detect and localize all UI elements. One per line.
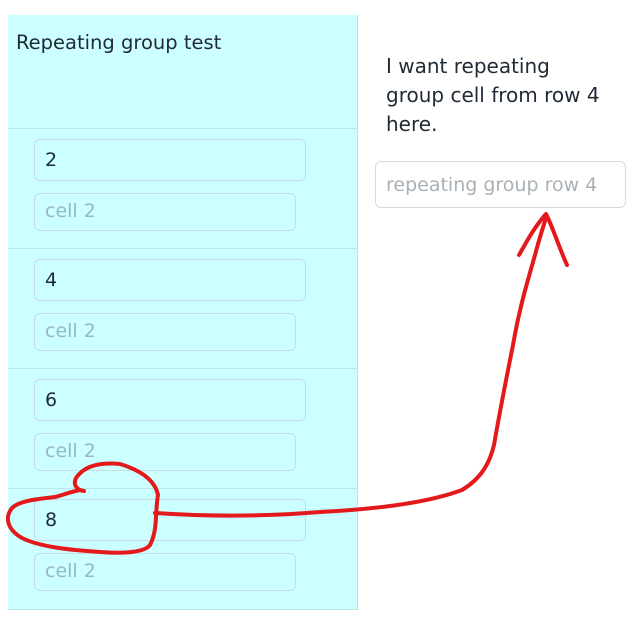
row-cell-input[interactable]: cell 2 [34,193,296,231]
row-value-field[interactable]: 6 [34,379,306,421]
repeating-group: Repeating group test 2 cell 2 4 cell 2 6… [8,15,358,610]
instruction-text: I want repeating group cell from row 4 h… [386,54,600,136]
row-value-field[interactable]: 2 [34,139,306,181]
row-cell-input[interactable]: cell 2 [34,433,296,471]
row-cell-input[interactable]: cell 2 [34,553,296,591]
repeating-group-body: 2 cell 2 4 cell 2 6 cell 2 8 cell 2 [8,128,357,608]
row-4-target-input[interactable] [375,161,626,208]
annotation-arrowhead [517,212,569,267]
repeating-group-row: 8 cell 2 [8,488,357,608]
repeating-group-row: 6 cell 2 [8,368,357,488]
repeating-group-row: 4 cell 2 [8,248,357,368]
repeating-group-title: Repeating group test [16,31,222,54]
repeating-group-row: 2 cell 2 [8,128,357,248]
page: Repeating group test 2 cell 2 4 cell 2 6… [0,0,634,631]
row-value-field[interactable]: 8 [34,499,306,541]
row-cell-input[interactable]: cell 2 [34,313,296,351]
row-value-field[interactable]: 4 [34,259,306,301]
